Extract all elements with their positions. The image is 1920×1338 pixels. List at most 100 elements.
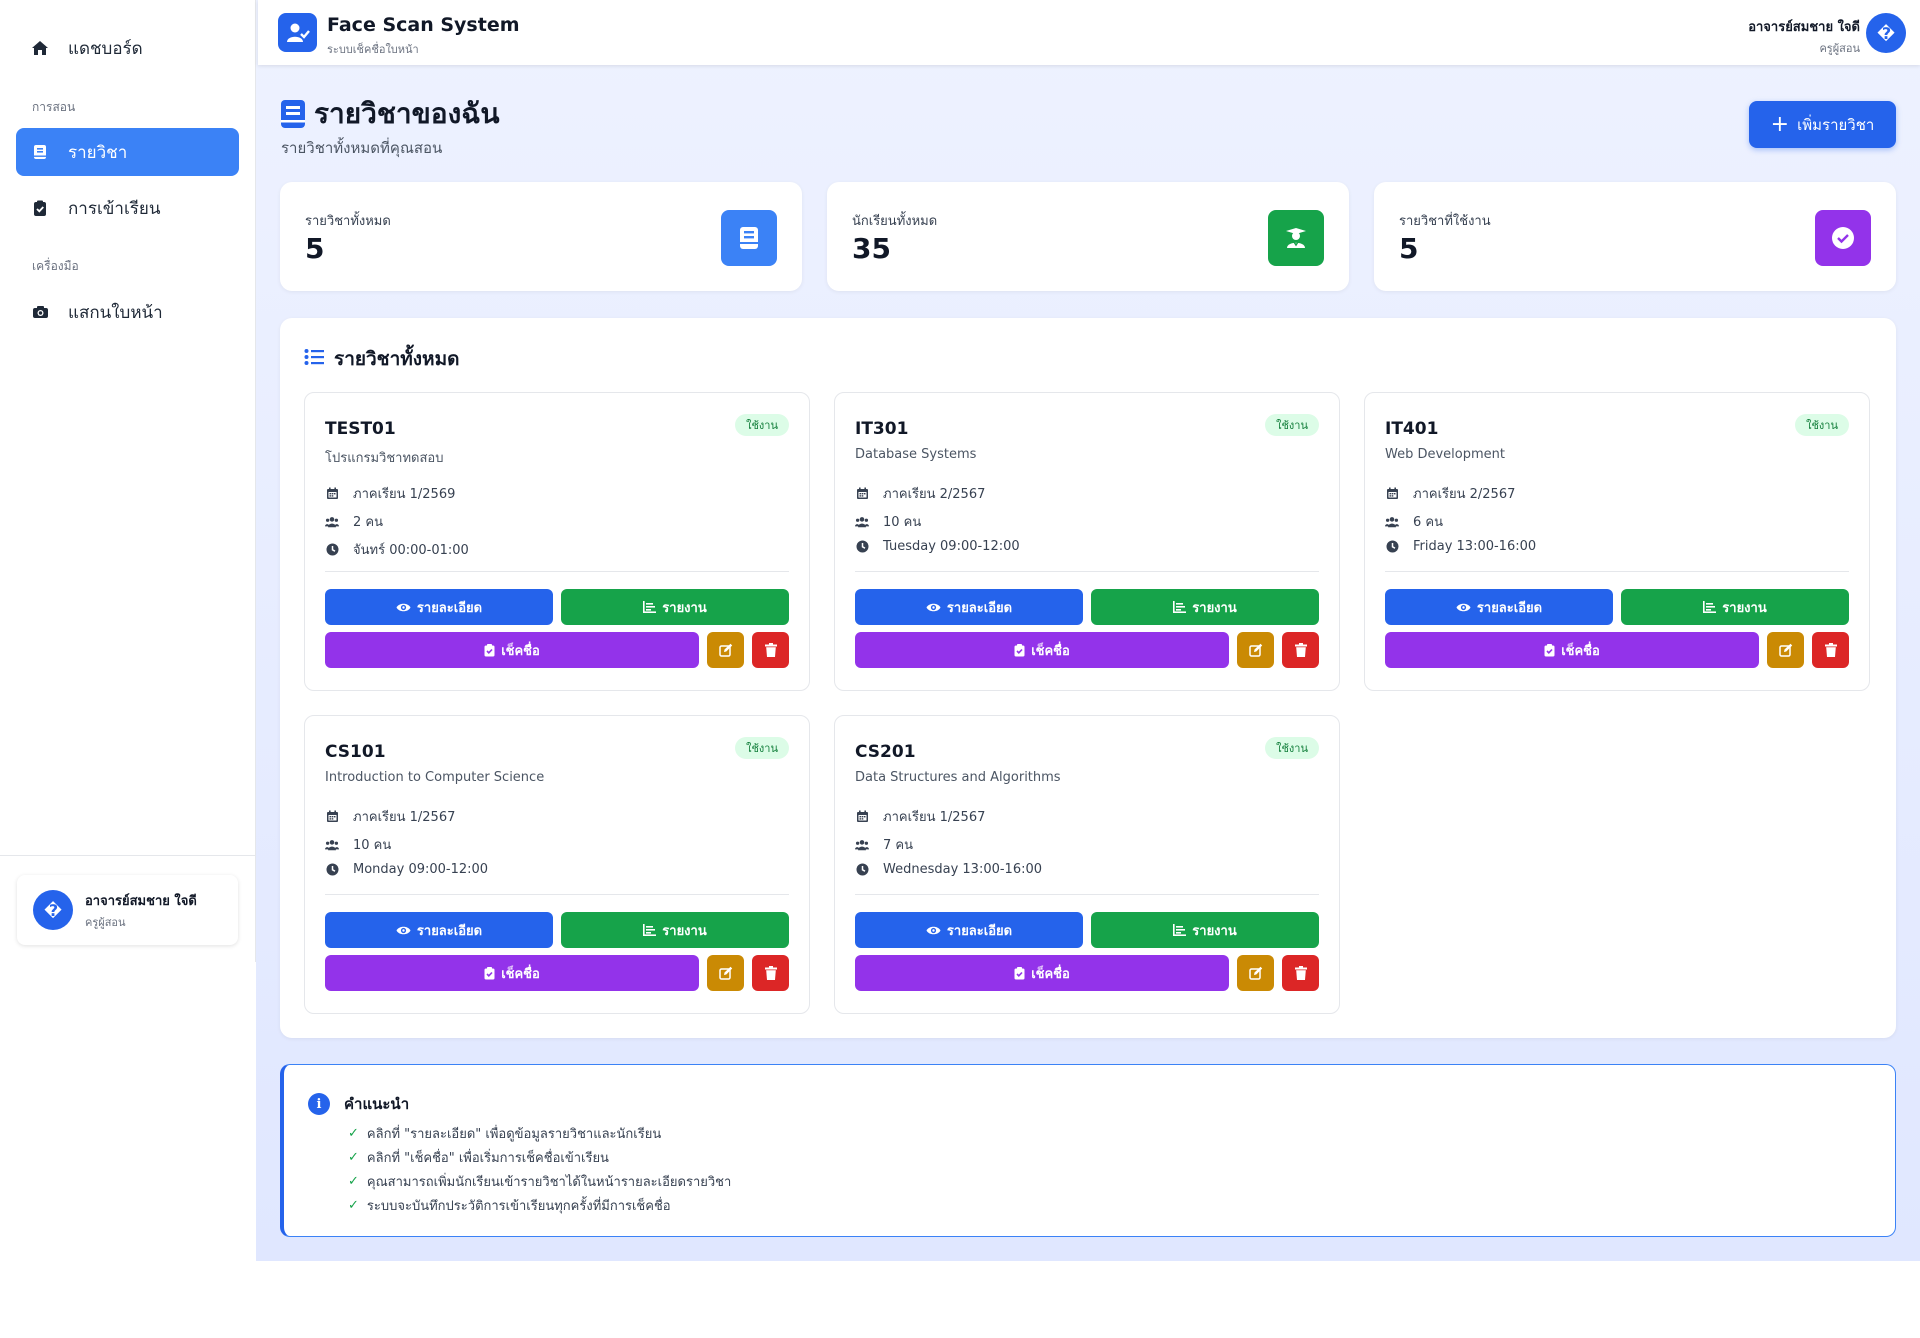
report-button[interactable]: รายงาน — [1621, 589, 1849, 625]
course-term-row: ภาคเรียน 2/2567 — [855, 483, 985, 504]
edit-button[interactable] — [1237, 632, 1274, 668]
checkin-label: เช็คชื่อ — [1561, 643, 1600, 659]
tip-text: คลิกที่ "เช็คชื่อ" เพื่อเริ่มการเช็คชื่อ… — [366, 1151, 609, 1166]
checkin-button[interactable]: เช็คชื่อ — [855, 955, 1229, 991]
eye-icon — [1456, 602, 1471, 613]
header-user-info: อาจารย์สมชาย ใจดี ครูผู้สอน — [1748, 16, 1860, 57]
trash-icon — [1294, 966, 1307, 980]
calendar-icon — [855, 810, 869, 824]
course-term: ภาคเรียน 2/2567 — [1413, 487, 1516, 502]
card-divider — [855, 571, 1319, 572]
course-schedule-row: Friday 13:00-16:00 — [1385, 539, 1536, 554]
edit-button[interactable] — [707, 955, 744, 991]
clipboard-check-icon — [484, 966, 495, 980]
clipboard-check-icon — [1014, 643, 1025, 657]
app-subtitle: ระบบเช็คชื่อใบหน้า — [327, 43, 419, 56]
tips-title: คำแนะนำ — [344, 1095, 410, 1113]
checkin-button[interactable]: เช็คชื่อ — [1385, 632, 1759, 668]
delete-button[interactable] — [752, 955, 789, 991]
report-label: รายงาน — [662, 923, 707, 939]
chart-icon — [643, 924, 657, 936]
trash-icon — [764, 643, 777, 657]
stat-value: 5 — [305, 232, 325, 265]
sidebar-item-dashboard[interactable]: แดชบอร์ด — [16, 24, 239, 72]
top-bar: Face Scan System ระบบเช็คชื่อใบหน้า อาจา… — [258, 0, 1920, 65]
clipboard-check-icon — [1544, 643, 1555, 657]
details-button[interactable]: รายละเอียด — [1385, 589, 1613, 625]
header-avatar[interactable]: � — [1866, 13, 1906, 53]
clock-icon — [855, 863, 869, 877]
sidebar-item-face-scan[interactable]: แสกนใบหน้า — [16, 288, 239, 336]
sidebar-divider — [0, 855, 255, 856]
edit-button[interactable] — [1767, 632, 1804, 668]
report-label: รายงาน — [1192, 923, 1237, 939]
courses-panel-title-text: รายวิชาทั้งหมด — [334, 348, 460, 370]
course-students-row: 6 คน — [1385, 511, 1443, 532]
sidebar-item-attendance[interactable]: การเข้าเรียน — [16, 184, 239, 232]
report-button[interactable]: รายงาน — [561, 589, 789, 625]
course-schedule-row: จันทร์ 00:00-01:00 — [325, 539, 469, 560]
stat-label: รายวิชาทั้งหมด — [305, 214, 391, 229]
course-term: ภาคเรียน 1/2569 — [353, 487, 456, 502]
course-name: Web Development — [1385, 447, 1505, 462]
status-badge: ใช้งาน — [735, 737, 789, 759]
course-students-row: 10 คน — [855, 511, 921, 532]
tip-item: ✓ คลิกที่ "รายละเอียด" เพื่อดูข้อมูลรายวิ… — [348, 1123, 661, 1144]
checkin-button[interactable]: เช็คชื่อ — [325, 955, 699, 991]
chart-icon — [1703, 601, 1717, 613]
course-schedule: Monday 09:00-12:00 — [353, 862, 489, 877]
report-button[interactable]: รายงาน — [1091, 912, 1319, 948]
course-name: Introduction to Computer Science — [325, 770, 545, 785]
details-button[interactable]: รายละเอียด — [325, 589, 553, 625]
course-term: ภาคเรียน 1/2567 — [883, 810, 986, 825]
info-icon: i — [308, 1093, 330, 1115]
course-code: IT301 — [855, 419, 909, 439]
details-button[interactable]: รายละเอียด — [855, 589, 1083, 625]
stat-label: นักเรียนทั้งหมด — [852, 214, 938, 229]
details-label: รายละเอียด — [416, 923, 483, 939]
page-subtitle: รายวิชาทั้งหมดที่คุณสอน — [281, 139, 443, 157]
stat-card-total-courses: รายวิชาทั้งหมด 5 — [280, 182, 802, 291]
header-user-name: อาจารย์สมชาย ใจดี — [1748, 20, 1860, 35]
tip-text: คลิกที่ "รายละเอียด" เพื่อดูข้อมูลรายวิช… — [366, 1127, 662, 1142]
book-icon — [721, 210, 777, 266]
course-card: TEST01 ใช้งาน โปรแกรมวิชาทดสอบ ภาคเรียน 1/2… — [304, 392, 810, 691]
course-term: ภาคเรียน 2/2567 — [883, 487, 986, 502]
course-schedule-row: Wednesday 13:00-16:00 — [855, 862, 1042, 877]
main-content: Face Scan System ระบบเช็คชื่อใบหน้า อาจา… — [256, 0, 1920, 1261]
edit-button[interactable] — [707, 632, 744, 668]
card-divider — [325, 894, 789, 895]
report-button[interactable]: รายงาน — [561, 912, 789, 948]
check-circle-icon — [1815, 210, 1871, 266]
add-course-button[interactable]: + เพิ่มรายวิชา — [1749, 101, 1896, 148]
checkin-label: เช็คชื่อ — [501, 643, 540, 659]
users-icon — [855, 838, 869, 852]
book-icon — [30, 142, 50, 162]
edit-button[interactable] — [1237, 955, 1274, 991]
sidebar-item-courses[interactable]: รายวิชา — [16, 128, 239, 176]
details-button[interactable]: รายละเอียด — [855, 912, 1083, 948]
delete-button[interactable] — [1282, 632, 1319, 668]
tip-text: คุณสามารถเพิ่มนักเรียนเข้ารายวิชาได้ในหน… — [366, 1175, 732, 1190]
course-card: IT301 ใช้งาน Database Systems ภาคเรียน 2/25… — [834, 392, 1340, 691]
report-button[interactable]: รายงาน — [1091, 589, 1319, 625]
delete-button[interactable] — [1812, 632, 1849, 668]
edit-icon — [718, 966, 733, 980]
checkin-button[interactable]: เช็คชื่อ — [855, 632, 1229, 668]
course-schedule: จันทร์ 00:00-01:00 — [353, 543, 469, 558]
page-title-text: รายวิชาของฉัน — [314, 97, 500, 130]
check-icon: ✓ — [348, 1174, 359, 1189]
course-schedule: Friday 13:00-16:00 — [1413, 539, 1537, 554]
sidebar: แดชบอร์ด การสอน รายวิชา การเข้าเรียน เคร… — [0, 0, 256, 962]
course-card: CS201 ใช้งาน Data Structures and Algorithm… — [834, 715, 1340, 1014]
checkin-button[interactable]: เช็คชื่อ — [325, 632, 699, 668]
checkin-label: เช็คชื่อ — [1031, 643, 1070, 659]
details-button[interactable]: รายละเอียด — [325, 912, 553, 948]
clock-icon — [325, 863, 339, 877]
tip-item: ✓ ระบบจะบันทึกประวัติการเข้าเรียนทุกครั้ง… — [348, 1195, 671, 1216]
sidebar-user-card[interactable]: � อาจารย์สมชาย ใจดี ครูผู้สอน — [17, 875, 238, 945]
delete-button[interactable] — [752, 632, 789, 668]
delete-button[interactable] — [1282, 955, 1319, 991]
courses-panel: รายวิชาทั้งหมด TEST01 ใช้งาน โปรแกรมวิชาทด… — [280, 318, 1896, 1038]
trash-icon — [764, 966, 777, 980]
